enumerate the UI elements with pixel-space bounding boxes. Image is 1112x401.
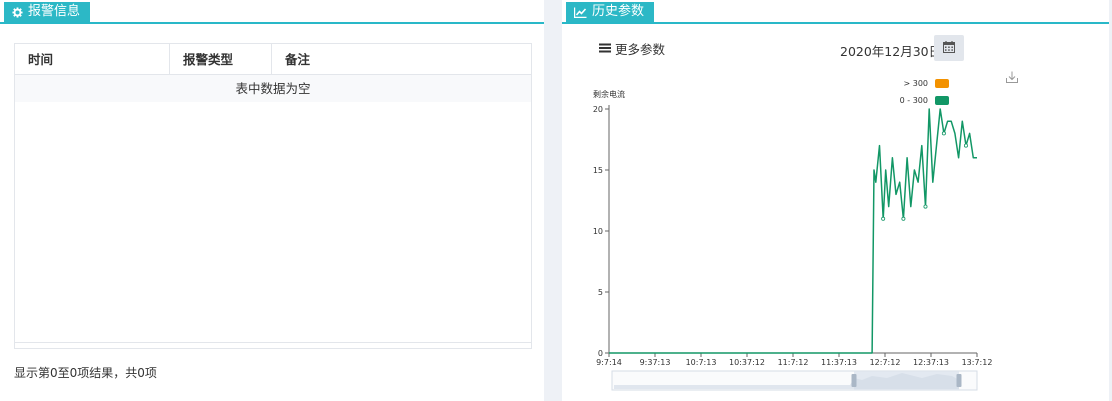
slider-handle[interactable] xyxy=(851,374,857,387)
y-tick-label: 0 xyxy=(598,349,603,358)
chart-legend: > 300 0 - 300 xyxy=(900,79,949,105)
empty-table-message: 表中数据为空 xyxy=(15,75,531,102)
column-header-remark[interactable]: 备注 xyxy=(272,44,531,74)
alarm-panel-header: 报警信息 xyxy=(0,0,544,24)
table-scrollbar[interactable] xyxy=(15,342,531,348)
history-line-chart: 剩余电流 > 300 0 - 300 0 5 10 15 20 9:7:14 9:37:13 1… xyxy=(593,79,993,391)
x-tick-label: 12:7:12 xyxy=(870,358,901,367)
chart-axes: 0 5 10 15 20 9:7:14 9:37:13 10:7:13 10:37:12 11:7… xyxy=(593,105,993,367)
x-tick-label: 13:7:12 xyxy=(962,358,993,367)
legend-swatch xyxy=(935,79,949,88)
y-tick-label: 15 xyxy=(593,166,603,175)
legend-label: 0 - 300 xyxy=(900,96,928,105)
y-tick-label: 10 xyxy=(593,227,603,236)
x-tick-label: 12:37:13 xyxy=(913,358,949,367)
x-tick-label: 11:7:12 xyxy=(778,358,809,367)
legend-swatch xyxy=(935,96,949,105)
zoom-slider[interactable] xyxy=(611,370,978,391)
y-axis-label: 剩余电流 xyxy=(593,89,625,99)
series-line xyxy=(609,108,977,354)
alarm-table: 时间 报警类型 备注 表中数据为空 xyxy=(14,43,532,349)
data-point xyxy=(923,204,928,209)
table-summary: 显示第0至0项结果，共0项 xyxy=(14,366,157,380)
data-point xyxy=(881,216,886,221)
gear-icon xyxy=(12,6,23,18)
alarm-panel-title-tab: 报警信息 xyxy=(4,2,91,22)
column-header-alarm-type[interactable]: 报警类型 xyxy=(170,44,272,74)
data-point xyxy=(963,143,968,148)
x-tick-label: 9:7:14 xyxy=(596,358,622,367)
x-tick-label: 11:37:13 xyxy=(821,358,857,367)
x-tick-label: 9:37:13 xyxy=(640,358,671,367)
chart-series xyxy=(609,108,977,354)
alarm-panel: 报警信息 时间 报警类型 备注 表中数据为空 显示第0至0项结果，共0项 xyxy=(0,0,544,401)
data-point xyxy=(941,131,946,136)
alarm-table-header: 时间 报警类型 备注 xyxy=(15,44,531,75)
history-panel: 历史参数 更多参数 2020年12月30日 剩余电流 > 300 0 - 300… xyxy=(562,0,1109,401)
x-tick-label: 10:37:12 xyxy=(729,358,765,367)
column-header-time[interactable]: 时间 xyxy=(15,44,170,74)
y-tick-label: 5 xyxy=(598,288,603,297)
data-point xyxy=(901,216,906,221)
x-tick-label: 10:7:13 xyxy=(686,358,717,367)
legend-label: > 300 xyxy=(903,79,928,88)
slider-handle[interactable] xyxy=(956,374,962,387)
alarm-panel-title: 报警信息 xyxy=(28,4,81,19)
y-tick-label: 20 xyxy=(593,105,603,114)
